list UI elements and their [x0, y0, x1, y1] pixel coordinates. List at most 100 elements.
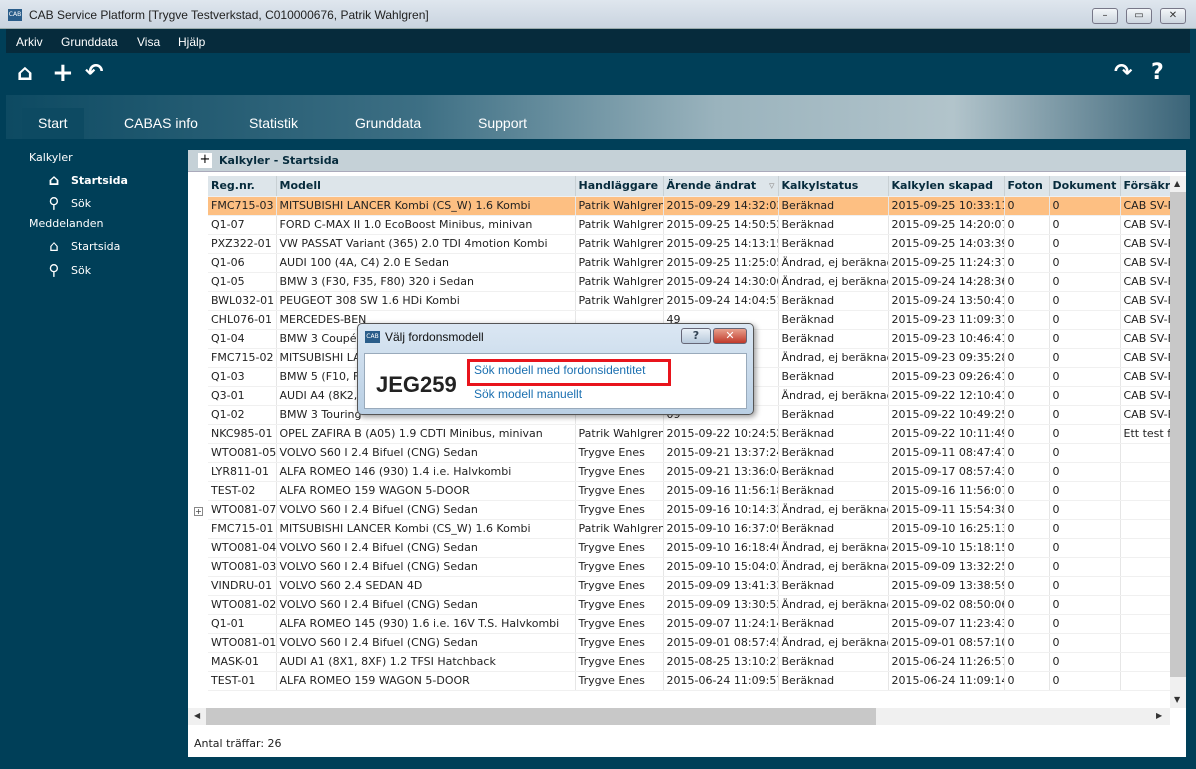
table-cell: WTO081-02 [208, 595, 277, 615]
vertical-scrollbar[interactable]: ▲ ▼ [1170, 176, 1186, 708]
horizontal-scroll-thumb[interactable] [206, 708, 876, 725]
search-model-manually-link[interactable]: Sök modell manuellt [474, 387, 582, 401]
table-cell: TEST-01 [208, 671, 277, 691]
column-header[interactable]: Ärende ändrat ▿ [663, 176, 779, 197]
redo-icon[interactable]: ↷ [1114, 62, 1132, 84]
table-row[interactable]: Q1-07 FORD C-MAX II 1.0 EcoBoost Minibus,… [208, 215, 1171, 235]
help-icon[interactable]: ? [1151, 62, 1164, 84]
table-cell [1120, 652, 1171, 672]
table-cell: Beräknad [778, 424, 889, 444]
back-icon[interactable]: ↶ [85, 62, 103, 84]
plus-icon[interactable]: + [52, 60, 74, 86]
table-cell: 0 [1049, 500, 1121, 520]
scroll-down-icon[interactable]: ▼ [1174, 695, 1180, 704]
table-cell: Patrik Wahlgren [575, 291, 664, 311]
table-row[interactable]: LYR811-01 ALFA ROMEO 146 (930) 1.4 i.e. H… [208, 462, 1171, 482]
table-row[interactable]: FMC715-03 MITSUBISHI LANCER Kombi (CS_W) … [208, 196, 1171, 216]
table-cell: PXZ322-01 [208, 234, 277, 254]
table-cell: ALFA ROMEO 159 WAGON 5-DOOR [276, 481, 576, 501]
vertical-scroll-thumb[interactable] [1170, 192, 1186, 677]
table-row[interactable]: MASK-01 AUDI A1 (8X1, 8XF) 1.2 TFSI Hatch… [208, 652, 1171, 672]
column-header[interactable]: Foton [1004, 176, 1050, 197]
table-row[interactable]: WTO081-07 VOLVO S60 I 2.4 Bifuel (CNG) Se… [208, 500, 1171, 520]
tab-cabas-info[interactable]: CABAS info [108, 108, 214, 139]
table-cell: ALFA ROMEO 145 (930) 1.6 i.e. 16V T.S. H… [276, 614, 576, 634]
table-cell: Trygve Enes [575, 500, 664, 520]
table-row[interactable]: PXZ322-01 VW PASSAT Variant (365) 2.0 TDI… [208, 234, 1171, 254]
menu-bar: Arkiv Grunddata Visa Hjälp [6, 29, 1190, 53]
table-cell: Trygve Enes [575, 462, 664, 482]
table-cell: Patrik Wahlgren [575, 424, 664, 444]
table-cell: 0 [1049, 614, 1121, 634]
table-cell: 0 [1049, 253, 1121, 273]
table-row[interactable]: Q1-01 ALFA ROMEO 145 (930) 1.6 i.e. 16V T… [208, 614, 1171, 634]
table-cell: 0 [1049, 215, 1121, 235]
row-expand-icon[interactable]: + [194, 507, 203, 516]
column-header[interactable]: Kalkylen skapad [888, 176, 1005, 197]
table-cell: 2015-09-25 14:20:07 [888, 215, 1005, 235]
search-by-vehicle-identity-link[interactable]: Sök modell med fordonsidentitet [474, 363, 645, 377]
table-row[interactable]: WTO081-05 VOLVO S60 I 2.4 Bifuel (CNG) Se… [208, 443, 1171, 463]
column-header[interactable]: Handläggare [575, 176, 664, 197]
table-row[interactable]: FMC715-01 MITSUBISHI LANCER Kombi (CS_W) … [208, 519, 1171, 539]
nav-meddelanden-startsida[interactable]: ⌂ Startsida [44, 237, 120, 255]
column-header[interactable]: Reg.nr. [208, 176, 277, 197]
table-cell: 2015-09-11 08:47:47 [888, 443, 1005, 463]
tab-grunddata[interactable]: Grunddata [339, 108, 437, 139]
scroll-left-icon[interactable]: ◀ [194, 711, 200, 720]
table-row[interactable]: Q1-06 AUDI 100 (4A, C4) 2.0 E Sedan Patrik… [208, 253, 1171, 273]
dialog-help-button[interactable]: ? [681, 328, 711, 344]
home-icon: ⌂ [49, 237, 59, 255]
table-cell: Beräknad [778, 462, 889, 482]
column-header[interactable]: Modell [276, 176, 576, 197]
panel-header: + Kalkyler - Startsida [188, 150, 1186, 172]
table-cell: CAB SV-F [1120, 405, 1171, 425]
table-cell: CAB SV-F [1120, 215, 1171, 235]
table-row[interactable]: WTO081-02 VOLVO S60 I 2.4 Bifuel (CNG) Se… [208, 595, 1171, 615]
tab-support[interactable]: Support [462, 108, 543, 139]
table-row[interactable]: TEST-01 ALFA ROMEO 159 WAGON 5-DOOR Trygve… [208, 671, 1171, 691]
minimize-button[interactable]: – [1092, 8, 1118, 24]
column-header[interactable]: Dokument [1049, 176, 1121, 197]
table-row[interactable]: WTO081-03 VOLVO S60 I 2.4 Bifuel (CNG) Se… [208, 557, 1171, 577]
tab-start[interactable]: Start [22, 108, 84, 139]
column-header[interactable]: Kalkylstatus [778, 176, 889, 197]
table-cell: 2015-09-10 16:37:09 [663, 519, 779, 539]
table-row[interactable]: Q1-05 BMW 3 (F30, F35, F80) 320 i Sedan Pa… [208, 272, 1171, 292]
table-cell: Patrik Wahlgren [575, 215, 664, 235]
table-cell: 2015-09-16 11:56:18 [663, 481, 779, 501]
table-cell: 0 [1004, 633, 1050, 653]
nav-kalkyler-sok[interactable]: ⚲ Sök [44, 194, 92, 212]
table-cell: Ändrad, ej beräknad [778, 500, 889, 520]
table-cell: CHL076-01 [208, 310, 277, 330]
table-cell: 0 [1004, 291, 1050, 311]
dialog-close-button[interactable]: ✕ [713, 328, 747, 344]
table-cell: 2015-09-25 14:50:52 [663, 215, 779, 235]
table-row[interactable]: WTO081-01 VOLVO S60 I 2.4 Bifuel (CNG) Se… [208, 633, 1171, 653]
table-cell: 2015-09-24 14:28:36 [888, 272, 1005, 292]
scroll-right-icon[interactable]: ▶ [1156, 711, 1162, 720]
expand-panel-button[interactable]: + [198, 153, 212, 168]
table-row[interactable]: TEST-02 ALFA ROMEO 159 WAGON 5-DOOR Trygve… [208, 481, 1171, 501]
table-cell [1120, 614, 1171, 634]
nav-kalkyler-startsida[interactable]: ⌂ Startsida [44, 171, 128, 189]
column-header[interactable]: Försäkr [1120, 176, 1171, 197]
menu-hjalp[interactable]: Hjälp [178, 35, 205, 49]
maximize-button[interactable]: ▭ [1126, 8, 1152, 24]
menu-arkiv[interactable]: Arkiv [16, 35, 43, 49]
table-row[interactable]: NKC985-01 OPEL ZAFIRA B (A05) 1.9 CDTI Mi… [208, 424, 1171, 444]
home-icon[interactable]: ⌂ [17, 63, 33, 85]
nav-meddelanden-sok[interactable]: ⚲ Sök [44, 261, 92, 279]
table-row[interactable]: WTO081-04 VOLVO S60 I 2.4 Bifuel (CNG) Se… [208, 538, 1171, 558]
tab-statistik[interactable]: Statistik [233, 108, 314, 139]
menu-grunddata[interactable]: Grunddata [61, 35, 118, 49]
table-row[interactable]: BWL032-01 PEUGEOT 308 SW 1.6 HDi Kombi Pat… [208, 291, 1171, 311]
menu-visa[interactable]: Visa [137, 35, 160, 49]
horizontal-scrollbar[interactable]: ◀ ▶ [188, 708, 1170, 725]
table-cell: 2015-08-25 13:10:21 [663, 652, 779, 672]
close-button[interactable]: ✕ [1160, 8, 1186, 24]
table-cell [1120, 557, 1171, 577]
scroll-up-icon[interactable]: ▲ [1174, 179, 1180, 188]
table-cell: 2015-09-23 09:26:41 [888, 367, 1005, 387]
table-row[interactable]: VINDRU-01 VOLVO S60 2.4 SEDAN 4D Trygve En… [208, 576, 1171, 596]
